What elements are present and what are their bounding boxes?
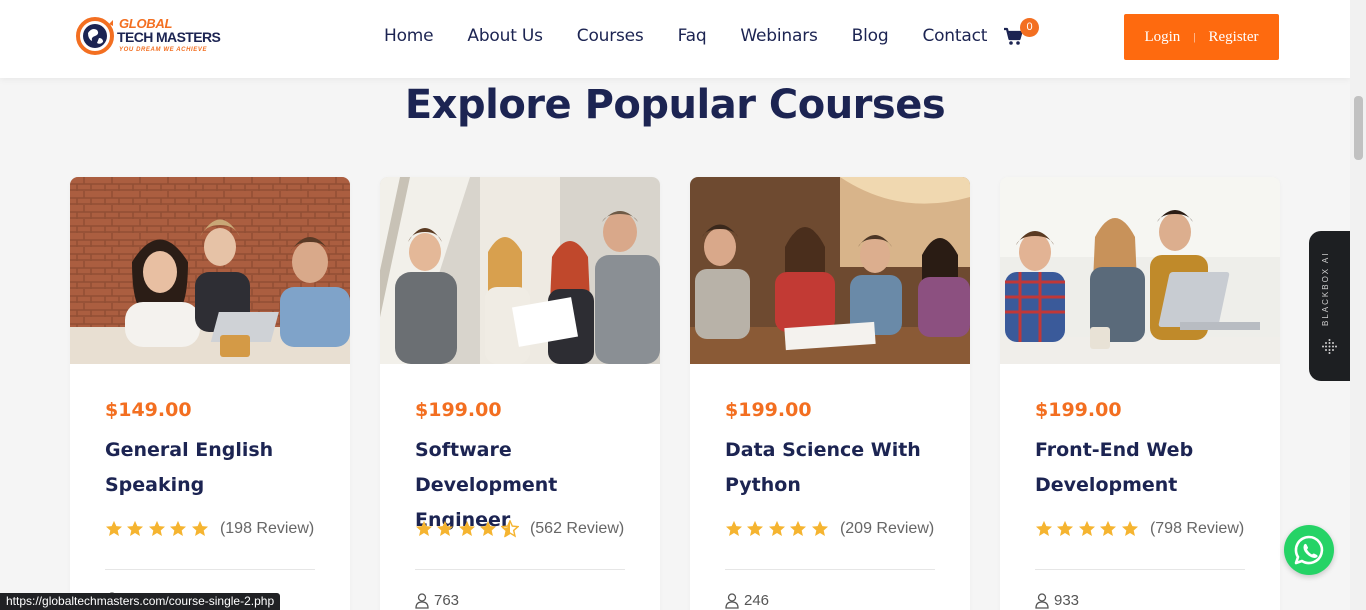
course-card[interactable]: $149.00 General English Speaking (198 Re… xyxy=(70,177,350,610)
star-icon xyxy=(458,520,475,537)
course-title[interactable]: Data Science With Python xyxy=(725,433,950,503)
course-rating: (198 Review) xyxy=(105,520,314,538)
cart-count-badge: 0 xyxy=(1020,18,1039,37)
star-icon xyxy=(811,520,828,537)
card-divider xyxy=(1035,569,1245,570)
site-logo[interactable]: GLOBAL TECH MASTERS YOU DREAM WE ACHIEVE xyxy=(75,14,235,58)
nav-faq[interactable]: Faq xyxy=(678,24,707,50)
nav-about-us[interactable]: About Us xyxy=(467,24,543,50)
student-count: 246 xyxy=(725,592,769,609)
course-card[interactable]: $199.00 Front-End Web Development (798 R… xyxy=(1000,177,1280,610)
star-icon xyxy=(127,520,144,537)
star-icon xyxy=(105,520,123,537)
course-card[interactable]: $199.00 Data Science With Python (209 Re… xyxy=(690,177,970,610)
star-icon xyxy=(1121,520,1138,537)
nav-contact[interactable]: Contact xyxy=(922,24,987,50)
review-count: (562 Review) xyxy=(529,520,625,537)
review-count: (798 Review) xyxy=(1149,520,1245,537)
blackbox-ai-tab[interactable]: BLACKBOX AI xyxy=(1309,231,1350,381)
auth-separator: | xyxy=(1193,31,1196,43)
course-price: $149.00 xyxy=(105,399,192,421)
review-count: (209 Review) xyxy=(839,520,935,537)
star-icon xyxy=(747,520,764,537)
course-thumbnail-image[interactable] xyxy=(690,177,970,364)
register-link[interactable]: Register xyxy=(1209,29,1259,46)
whatsapp-button[interactable] xyxy=(1284,525,1334,575)
site-header: GLOBAL TECH MASTERS YOU DREAM WE ACHIEVE… xyxy=(0,0,1350,78)
star-icon xyxy=(170,520,187,537)
student-count: 763 xyxy=(415,592,459,609)
page-scrollbar[interactable] xyxy=(1350,0,1366,610)
nav-courses[interactable]: Courses xyxy=(577,24,644,50)
nav-webinars[interactable]: Webinars xyxy=(740,24,817,50)
star-icon xyxy=(1100,520,1117,537)
course-thumbnail-image[interactable] xyxy=(70,177,350,364)
star-icon xyxy=(1035,520,1053,537)
blackbox-dots-icon xyxy=(1322,339,1337,354)
course-price: $199.00 xyxy=(725,399,812,421)
star-icon xyxy=(415,520,433,537)
star-icon xyxy=(437,520,454,537)
star-icon xyxy=(480,520,497,537)
course-title[interactable]: Front-End Web Development xyxy=(1035,433,1260,503)
logo-text-tech-masters: TECH MASTERS xyxy=(117,29,221,45)
course-price: $199.00 xyxy=(1035,399,1122,421)
logo-tagline: YOU DREAM WE ACHIEVE xyxy=(119,47,208,53)
star-half-icon xyxy=(500,520,519,538)
course-thumbnail-image[interactable] xyxy=(1000,177,1280,364)
star-icon xyxy=(768,520,785,537)
login-link[interactable]: Login xyxy=(1144,29,1180,46)
course-rating: (562 Review) xyxy=(415,520,624,538)
course-card[interactable]: $199.00 Software Development Engineer (5… xyxy=(380,177,660,610)
globe-logo-icon xyxy=(76,17,114,55)
student-count: 933 xyxy=(1035,592,1079,609)
card-divider xyxy=(725,569,935,570)
status-bar-url: https://globaltechmasters.com/course-sin… xyxy=(0,593,281,610)
user-icon xyxy=(415,592,429,609)
nav-home[interactable]: Home xyxy=(384,24,434,50)
star-icon xyxy=(790,520,807,537)
star-icon xyxy=(191,520,208,537)
scrollbar-thumb[interactable] xyxy=(1354,96,1363,160)
card-divider xyxy=(415,569,625,570)
course-thumbnail-image[interactable] xyxy=(380,177,660,364)
auth-button-group: Login | Register xyxy=(1124,14,1279,60)
student-count-value: 933 xyxy=(1054,592,1080,609)
user-icon xyxy=(725,592,739,609)
star-icon xyxy=(1078,520,1095,537)
review-count: (198 Review) xyxy=(219,520,315,537)
student-count-value: 763 xyxy=(434,592,460,609)
main-nav: Home About Us Courses Faq Webinars Blog … xyxy=(384,24,1021,50)
course-price: $199.00 xyxy=(415,399,502,421)
star-icon xyxy=(148,520,165,537)
course-rating: (209 Review) xyxy=(725,520,934,538)
nav-blog[interactable]: Blog xyxy=(852,24,889,50)
cart-button[interactable]: 0 xyxy=(1003,18,1039,52)
card-divider xyxy=(105,569,315,570)
student-count-value: 246 xyxy=(744,592,770,609)
blackbox-ai-label: BLACKBOX AI xyxy=(1321,251,1330,326)
section-title: Explore Popular Courses xyxy=(404,82,946,128)
course-rating: (798 Review) xyxy=(1035,520,1244,538)
whatsapp-icon xyxy=(1294,535,1324,565)
star-icon xyxy=(1057,520,1074,537)
star-icon xyxy=(725,520,743,537)
user-icon xyxy=(1035,592,1049,609)
course-title[interactable]: General English Speaking xyxy=(105,433,330,503)
